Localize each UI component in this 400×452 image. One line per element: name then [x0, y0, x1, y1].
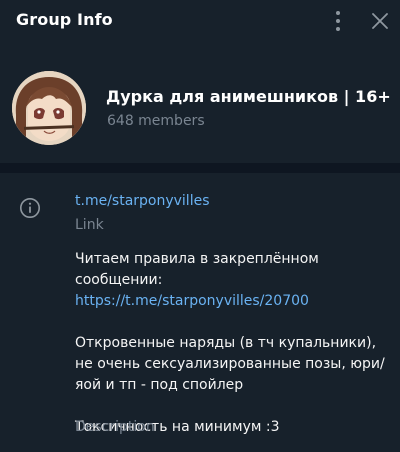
description-paragraph-spoiler: Откровенные наряды (в тч купальники), не…: [75, 335, 385, 393]
vertical-dots-icon-dot: [336, 27, 340, 31]
close-button[interactable]: [368, 9, 392, 33]
vertical-dots-icon: [336, 11, 340, 15]
group-link[interactable]: t.me/starponyvilles: [75, 193, 210, 209]
info-section: t.me/starponyvilles Link Читаем правила …: [0, 173, 400, 452]
group-avatar[interactable]: [12, 71, 86, 145]
section-divider: [0, 163, 400, 173]
description-label: Description: [75, 419, 155, 435]
header-bar: Group Info: [0, 0, 400, 44]
page-title: Group Info: [16, 10, 113, 29]
avatar-image: [12, 71, 86, 145]
more-options-button[interactable]: [328, 8, 348, 34]
info-icon: [19, 197, 41, 219]
description-paragraph-rules: Читаем правила в закреплённом сообщении:…: [75, 249, 387, 312]
rules-link[interactable]: https://t.me/starponyvilles/20700: [75, 293, 309, 309]
description-rules-text: Читаем правила в закреплённом сообщении:: [75, 251, 319, 288]
close-icon: [372, 13, 388, 29]
group-name: Дурка для анимешников | 16+: [106, 87, 391, 106]
group-description: Читаем правила в закреплённом сообщении:…: [75, 249, 387, 438]
member-count: 648 members: [107, 113, 205, 129]
link-label: Link: [75, 217, 104, 233]
vertical-dots-icon-dot: [336, 19, 340, 23]
group-profile: Дурка для анимешников | 16+ 648 members: [0, 44, 400, 160]
